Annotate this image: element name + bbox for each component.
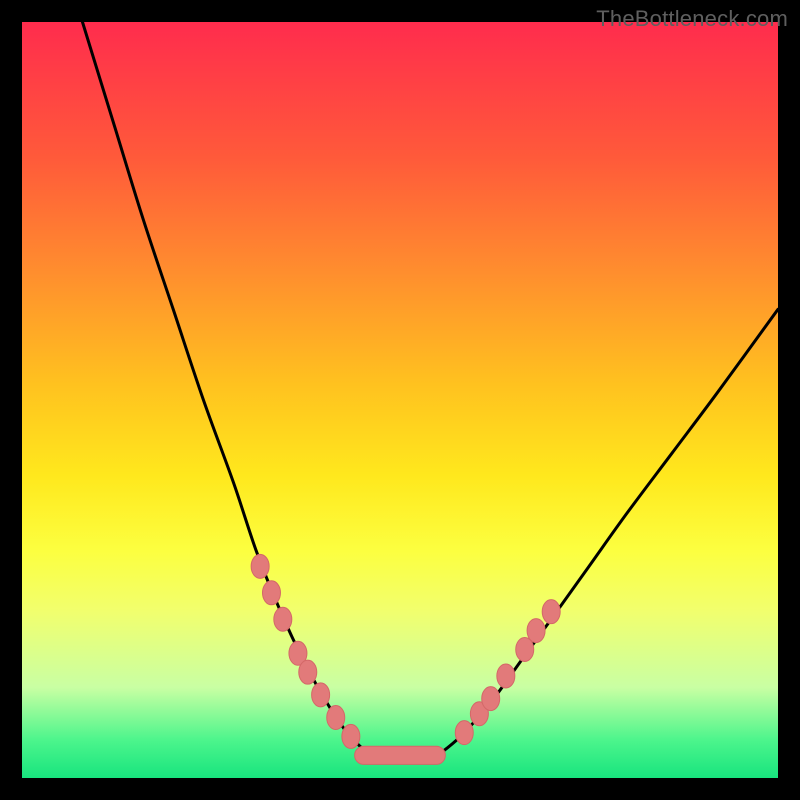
data-marker [312,683,330,707]
data-marker [274,607,292,631]
data-marker [342,724,360,748]
data-marker [455,721,473,745]
data-marker [470,702,488,726]
data-marker [482,687,500,711]
right-curve-path [438,309,778,755]
marker-group [251,554,560,764]
left-curve-path [82,22,369,755]
data-marker [516,637,534,661]
data-marker [327,706,345,730]
chart-svg [22,22,778,778]
curve-group [82,22,778,755]
data-marker [527,619,545,643]
chart-plot-area [22,22,778,778]
data-marker [251,554,269,578]
flat-bottom-marker [355,746,446,764]
data-marker [542,600,560,624]
watermark-text: TheBottleneck.com [596,6,788,32]
data-marker [289,641,307,665]
data-marker [262,581,280,605]
data-marker [299,660,317,684]
data-marker [497,664,515,688]
